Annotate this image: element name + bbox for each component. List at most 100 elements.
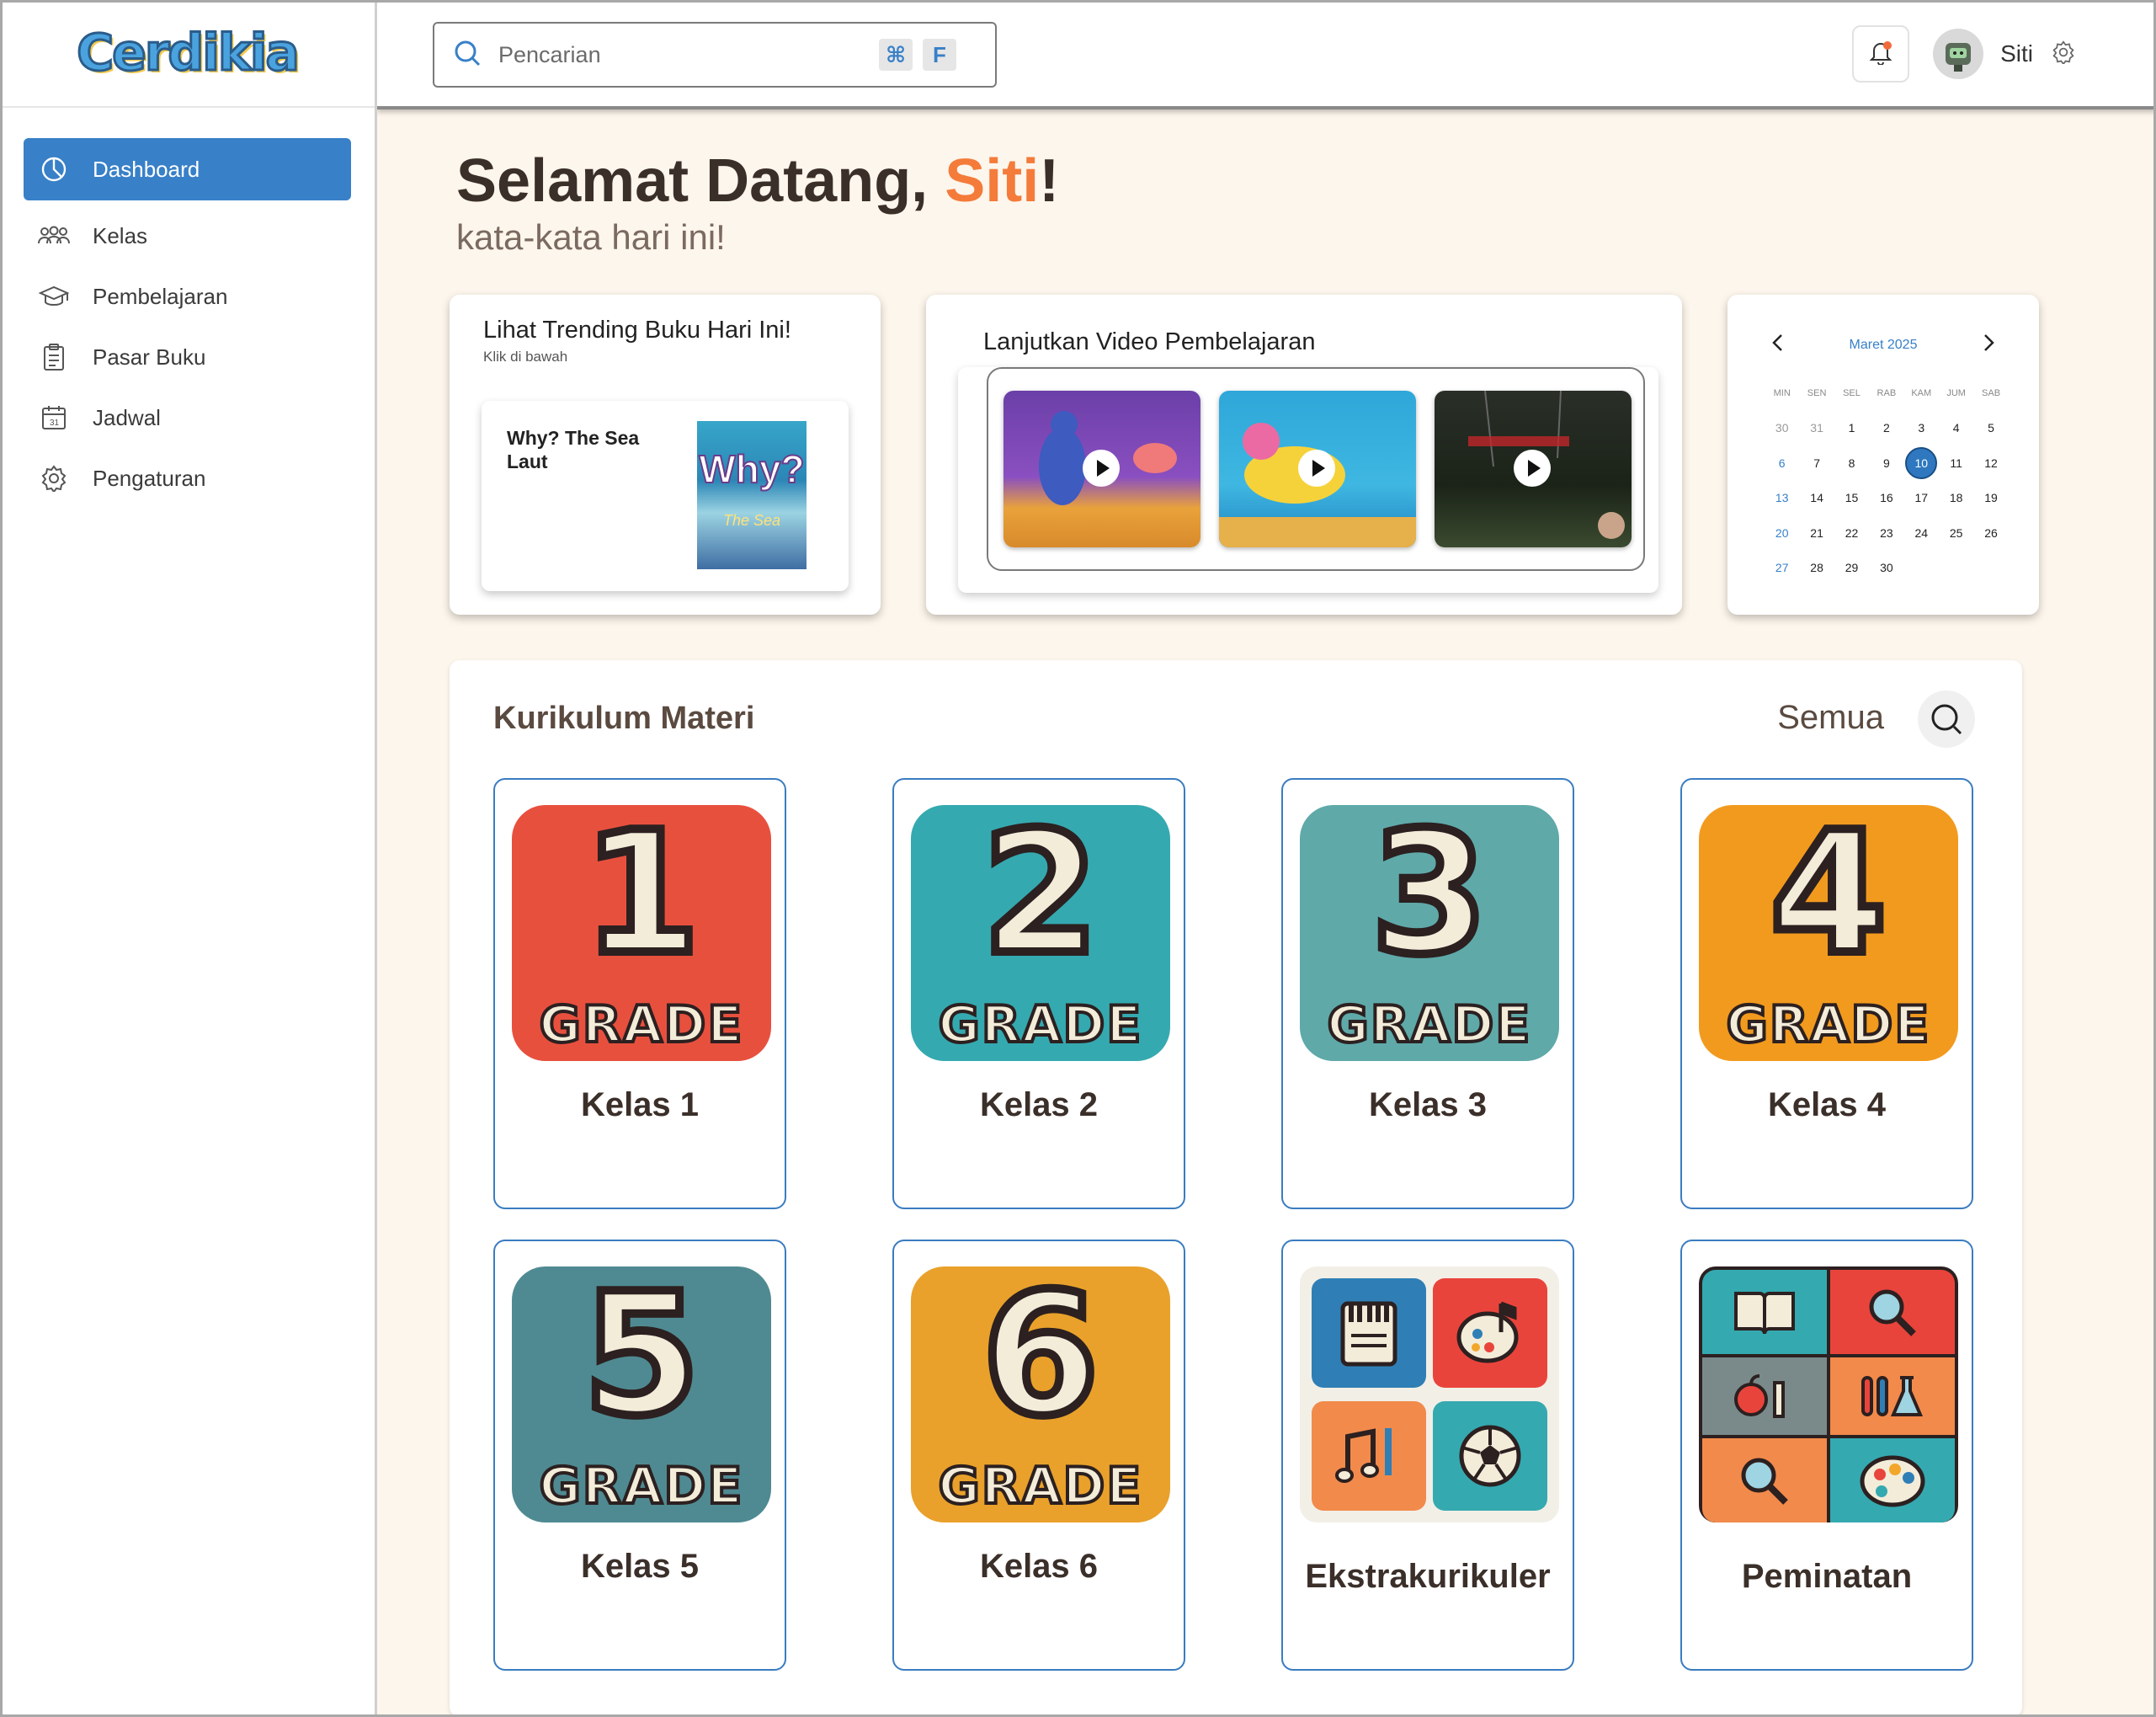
grade-number: 4 — [1765, 805, 1891, 992]
calendar-day[interactable]: 17 — [1904, 491, 1939, 504]
card-label: Kelas 3 — [1368, 1086, 1488, 1123]
play-icon[interactable] — [1514, 450, 1551, 487]
calendar-day[interactable]: 8 — [1834, 456, 1869, 470]
calendar-day[interactable]: 7 — [1799, 456, 1834, 470]
calendar-day[interactable]: 21 — [1799, 526, 1834, 540]
users-icon — [37, 219, 71, 253]
curriculum-search-button[interactable] — [1918, 691, 1975, 748]
lab-icon — [1830, 1357, 1955, 1435]
video-panel — [958, 367, 1658, 593]
calendar-day[interactable]: 30 — [1869, 561, 1903, 574]
chevron-right-icon[interactable] — [1982, 333, 1995, 356]
curriculum-card-kelas-4[interactable]: 4 GRADE Kelas 4 — [1680, 778, 1973, 1209]
calendar-grid: MIN SEN SEL RAB KAM JUM SAB 30 31 1 2 3 … — [1765, 376, 2009, 585]
app-logo[interactable]: Cerdikia — [76, 23, 301, 84]
play-icon[interactable] — [1298, 450, 1335, 487]
calendar-week: 27 28 29 30 — [1765, 551, 2009, 586]
dashboard-icon — [37, 152, 71, 186]
calendar-day[interactable]: 18 — [1939, 491, 1973, 504]
filter-all-button[interactable]: Semua — [1777, 699, 1884, 737]
user-name[interactable]: Siti — [2000, 40, 2033, 67]
calendar-day[interactable]: 15 — [1834, 491, 1869, 504]
video-thumbnail[interactable] — [1003, 391, 1200, 547]
curriculum-card-peminatan[interactable]: Peminatan — [1680, 1240, 1973, 1671]
calendar-day[interactable]: 9 — [1869, 456, 1903, 470]
calendar-icon: 31 — [37, 401, 71, 435]
calendar-day[interactable]: 16 — [1869, 491, 1903, 504]
search-input[interactable] — [498, 41, 869, 68]
video-thumbnail[interactable] — [1435, 391, 1632, 547]
curriculum-card-kelas-5[interactable]: 5 GRADE Kelas 5 — [493, 1240, 786, 1671]
greeting-text: Selamat Datang, — [456, 147, 945, 215]
play-icon[interactable] — [1083, 450, 1120, 487]
calendar-day[interactable]: 29 — [1834, 561, 1869, 574]
calendar-day[interactable]: 1 — [1834, 421, 1869, 435]
calendar-month: Maret 2025 — [1849, 337, 1918, 352]
sidebar-nav: Dashboard Kelas Pembelajaran Pasar Buku … — [0, 108, 375, 539]
calendar-day[interactable]: 20 — [1765, 526, 1799, 540]
weekday-label: JUM — [1946, 387, 1966, 398]
curriculum-card-kelas-6[interactable]: 6 GRADE Kelas 6 — [892, 1240, 1185, 1671]
calendar-day[interactable]: 19 — [1973, 491, 2008, 504]
search-icon — [453, 39, 482, 72]
calendar-day[interactable]: 6 — [1765, 456, 1799, 470]
calendar-day[interactable]: 28 — [1799, 561, 1834, 574]
video-thumbnail[interactable] — [1219, 391, 1416, 547]
grade-number: 5 — [578, 1266, 704, 1453]
calendar-day[interactable]: 27 — [1765, 561, 1799, 574]
notification-button[interactable] — [1852, 25, 1910, 83]
calendar-day[interactable]: 25 — [1939, 526, 1973, 540]
weekday-label: RAB — [1877, 387, 1897, 398]
grade-1-icon: 1 GRADE — [512, 805, 771, 1061]
greeting-name: Siti — [945, 147, 1040, 215]
sidebar: Cerdikia Dashboard Kelas Pembelajaran Pa… — [0, 0, 377, 1717]
top-header: ⌘ F Siti — [377, 0, 2156, 109]
calendar-day[interactable]: 30 — [1765, 421, 1799, 435]
book-cover-image[interactable]: Why? The Sea — [697, 421, 807, 569]
calendar-day[interactable]: 24 — [1904, 526, 1939, 540]
calendar-day[interactable]: 3 — [1904, 421, 1939, 435]
calendar-day[interactable]: 14 — [1799, 491, 1834, 504]
curriculum-card-kelas-3[interactable]: 3 GRADE Kelas 3 — [1281, 778, 1574, 1209]
curriculum-card-ekstrakurikuler[interactable]: Ekstrakurikuler — [1281, 1240, 1574, 1671]
avatar[interactable] — [1933, 29, 1984, 79]
sidebar-item-dashboard[interactable]: Dashboard — [24, 138, 351, 200]
apple-icon — [1702, 1357, 1827, 1435]
magnifier-icon — [1830, 1270, 1955, 1354]
calendar-day[interactable]: 23 — [1869, 526, 1903, 540]
sidebar-item-kelas[interactable]: Kelas — [24, 205, 351, 266]
settings-gear-icon[interactable] — [2052, 40, 2075, 68]
graduation-cap-icon — [37, 280, 71, 313]
trending-book-item[interactable]: Why? The Sea Laut Why? The Sea — [482, 401, 849, 591]
chevron-left-icon[interactable] — [1771, 333, 1785, 356]
calendar-day[interactable]: 22 — [1834, 526, 1869, 540]
calendar-week: 6 7 8 9 10 11 12 — [1765, 445, 2009, 481]
search-bar[interactable]: ⌘ F — [433, 22, 997, 88]
calendar-header: Maret 2025 — [1727, 333, 2039, 356]
calendar-day-selected[interactable]: 10 — [1904, 446, 1939, 479]
curriculum-card-kelas-1[interactable]: 1 GRADE Kelas 1 — [493, 778, 786, 1209]
curriculum-title: Kurikulum Materi — [493, 701, 755, 736]
shortcut-cmd-key: ⌘ — [879, 39, 913, 71]
sidebar-item-label: Jadwal — [93, 404, 161, 430]
sidebar-item-pasar-buku[interactable]: Pasar Buku — [24, 327, 351, 387]
grade-3-icon: 3 GRADE — [1300, 805, 1559, 1061]
grade-badge: GRADE — [1326, 994, 1532, 1056]
sidebar-item-pembelajaran[interactable]: Pembelajaran — [24, 266, 351, 327]
calendar-day[interactable]: 11 — [1939, 456, 1973, 470]
calendar-day[interactable]: 26 — [1973, 526, 2008, 540]
sidebar-item-label: Kelas — [93, 222, 148, 248]
curriculum-section: Kurikulum Materi Semua 1 GRADE Kelas 1 2… — [450, 660, 2022, 1717]
calendar-day[interactable]: 5 — [1973, 421, 2008, 435]
calendar-day[interactable]: 13 — [1765, 491, 1799, 504]
card-label: Kelas 4 — [1767, 1086, 1887, 1123]
sidebar-item-pengaturan[interactable]: Pengaturan — [24, 448, 351, 509]
calendar-day[interactable]: 2 — [1869, 421, 1903, 435]
calendar-day[interactable]: 12 — [1973, 456, 2008, 470]
sidebar-item-jadwal[interactable]: 31 Jadwal — [24, 387, 351, 448]
calendar-day[interactable]: 4 — [1939, 421, 1973, 435]
page-title: Selamat Datang, Siti! — [456, 147, 1059, 216]
calendar-day[interactable]: 31 — [1799, 421, 1834, 435]
curriculum-card-kelas-2[interactable]: 2 GRADE Kelas 2 — [892, 778, 1185, 1209]
weekday-label: SEL — [1843, 387, 1861, 398]
